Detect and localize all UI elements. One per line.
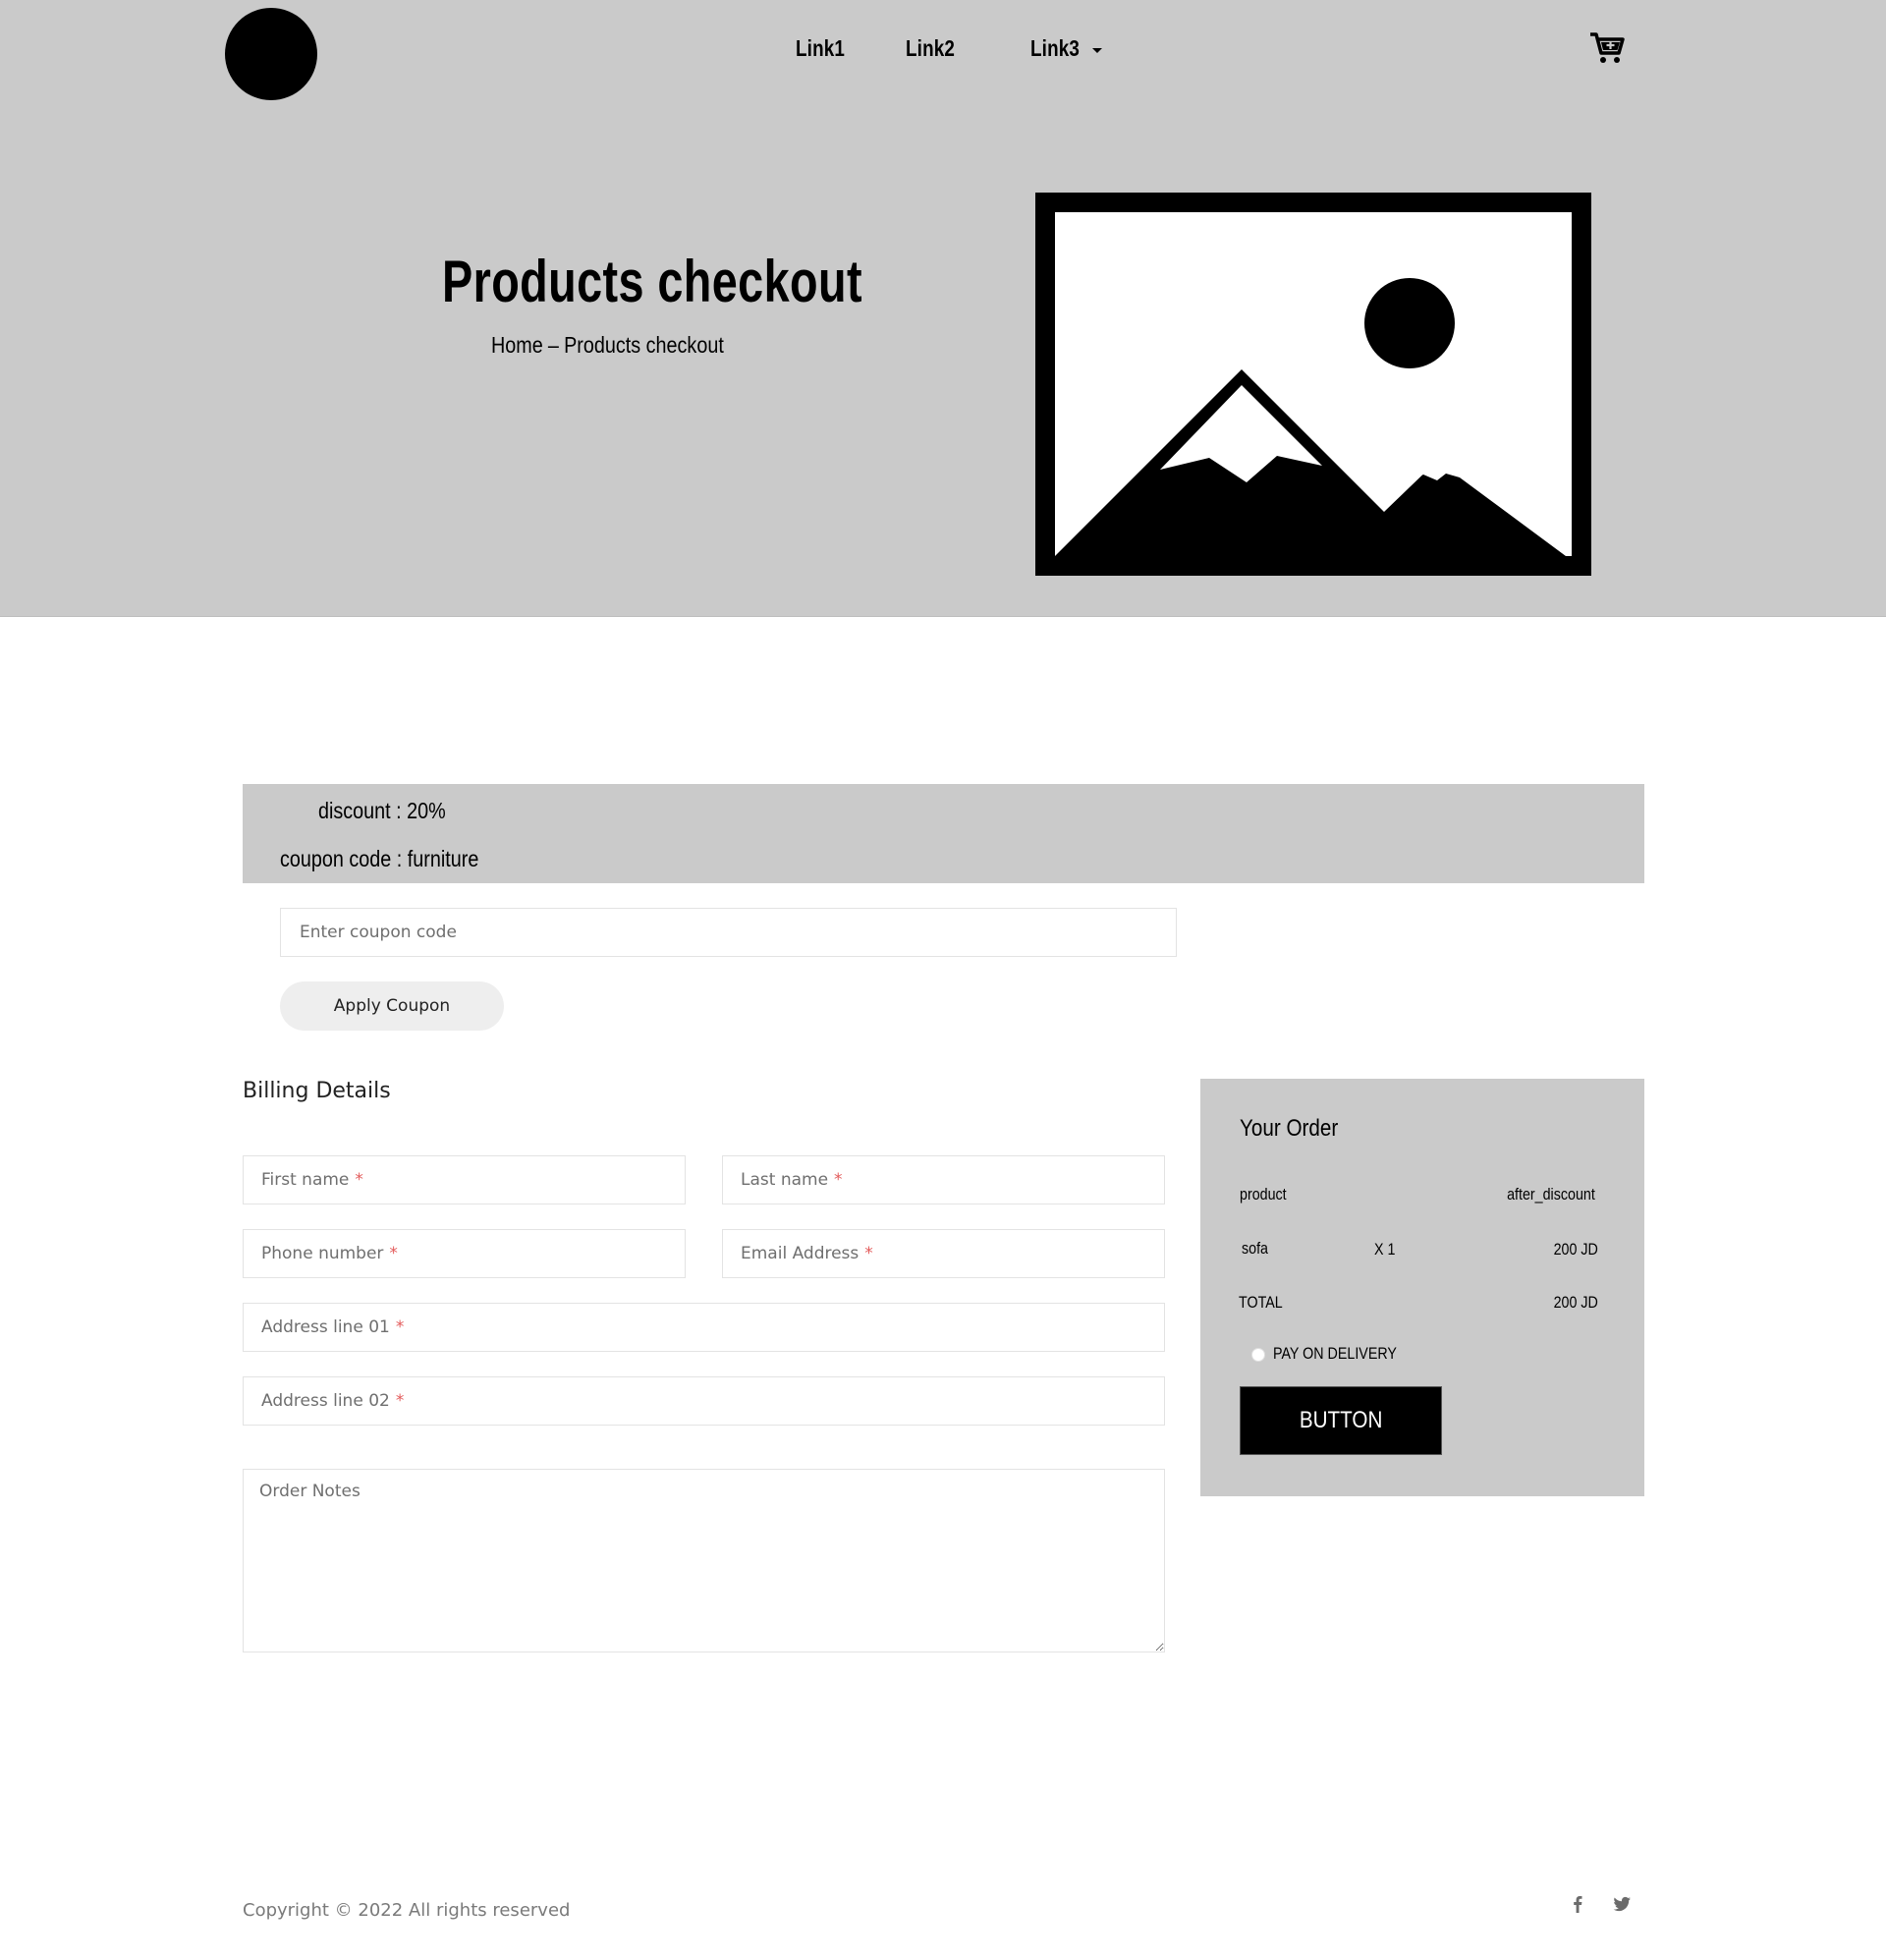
address-line-1-field[interactable]: Address line 01 *	[243, 1303, 1165, 1352]
required-mark: *	[834, 1170, 843, 1190]
order-notes-textarea[interactable]	[243, 1469, 1165, 1652]
first-name-field[interactable]: First name *	[243, 1155, 686, 1204]
coupon-code-label: coupon code : furniture	[280, 846, 479, 871]
email-field[interactable]: Email Address *	[722, 1229, 1165, 1278]
nav-link-2[interactable]: Link2	[906, 35, 955, 62]
required-mark: *	[355, 1170, 363, 1190]
field-placeholder: Address line 02	[261, 1391, 390, 1411]
place-order-button-label: BUTTON	[1299, 1407, 1383, 1433]
place-order-button[interactable]: BUTTON	[1240, 1386, 1442, 1455]
breadcrumb-separator: –	[547, 332, 559, 358]
order-item-price: 200 JD	[1553, 1240, 1598, 1259]
copyright-text: Copyright © 2022 All rights reserved	[243, 1900, 571, 1921]
facebook-icon[interactable]	[1567, 1893, 1588, 1915]
order-summary: Your Order product after_discount sofa X…	[1200, 1079, 1644, 1496]
order-item-name: sofa	[1242, 1239, 1268, 1258]
address-line-2-field[interactable]: Address line 02 *	[243, 1376, 1165, 1426]
nav-link-1[interactable]: Link1	[796, 35, 845, 62]
required-mark: *	[389, 1244, 398, 1263]
field-placeholder: Address line 01	[261, 1317, 390, 1337]
cart-plus-icon[interactable]	[1589, 31, 1625, 65]
field-placeholder: Last name	[741, 1170, 829, 1190]
chevron-down-icon[interactable]	[1092, 48, 1102, 53]
field-placeholder: Email Address	[741, 1244, 860, 1263]
required-mark: *	[864, 1244, 873, 1263]
coupon-banner: discount : 20% coupon code : furniture	[243, 784, 1644, 883]
column-header-product: product	[1240, 1185, 1287, 1204]
required-mark: *	[395, 1391, 405, 1411]
pay-on-delivery-label[interactable]: PAY ON DELIVERY	[1273, 1344, 1397, 1364]
field-placeholder: First name	[261, 1170, 350, 1190]
pay-on-delivery-radio[interactable]	[1251, 1348, 1265, 1362]
total-label: TOTAL	[1239, 1293, 1283, 1312]
order-title: Your Order	[1240, 1115, 1339, 1142]
apply-coupon-button[interactable]: Apply Coupon	[280, 981, 504, 1031]
page-title: Products checkout	[442, 249, 862, 314]
breadcrumb-current: Products checkout	[564, 332, 724, 358]
billing-title: Billing Details	[243, 1079, 391, 1103]
last-name-field[interactable]: Last name *	[722, 1155, 1165, 1204]
breadcrumb-home[interactable]: Home	[491, 332, 543, 358]
field-placeholder: Phone number	[261, 1244, 384, 1263]
breadcrumb: Home – Products checkout	[491, 332, 724, 359]
nav-link-3-dropdown[interactable]: Link3	[1030, 35, 1080, 62]
phone-field[interactable]: Phone number *	[243, 1229, 686, 1278]
required-mark: *	[395, 1317, 405, 1337]
order-item-qty: X 1	[1374, 1240, 1396, 1259]
twitter-icon[interactable]	[1611, 1893, 1633, 1915]
image-placeholder-icon	[1035, 193, 1591, 576]
discount-label: discount : 20%	[318, 798, 446, 823]
hero-section: Link1 Link2 Link3 Products checkout Home…	[0, 0, 1886, 617]
total-value: 200 JD	[1553, 1293, 1598, 1312]
coupon-input[interactable]	[280, 908, 1177, 957]
column-header-price: after_discount	[1507, 1185, 1595, 1204]
